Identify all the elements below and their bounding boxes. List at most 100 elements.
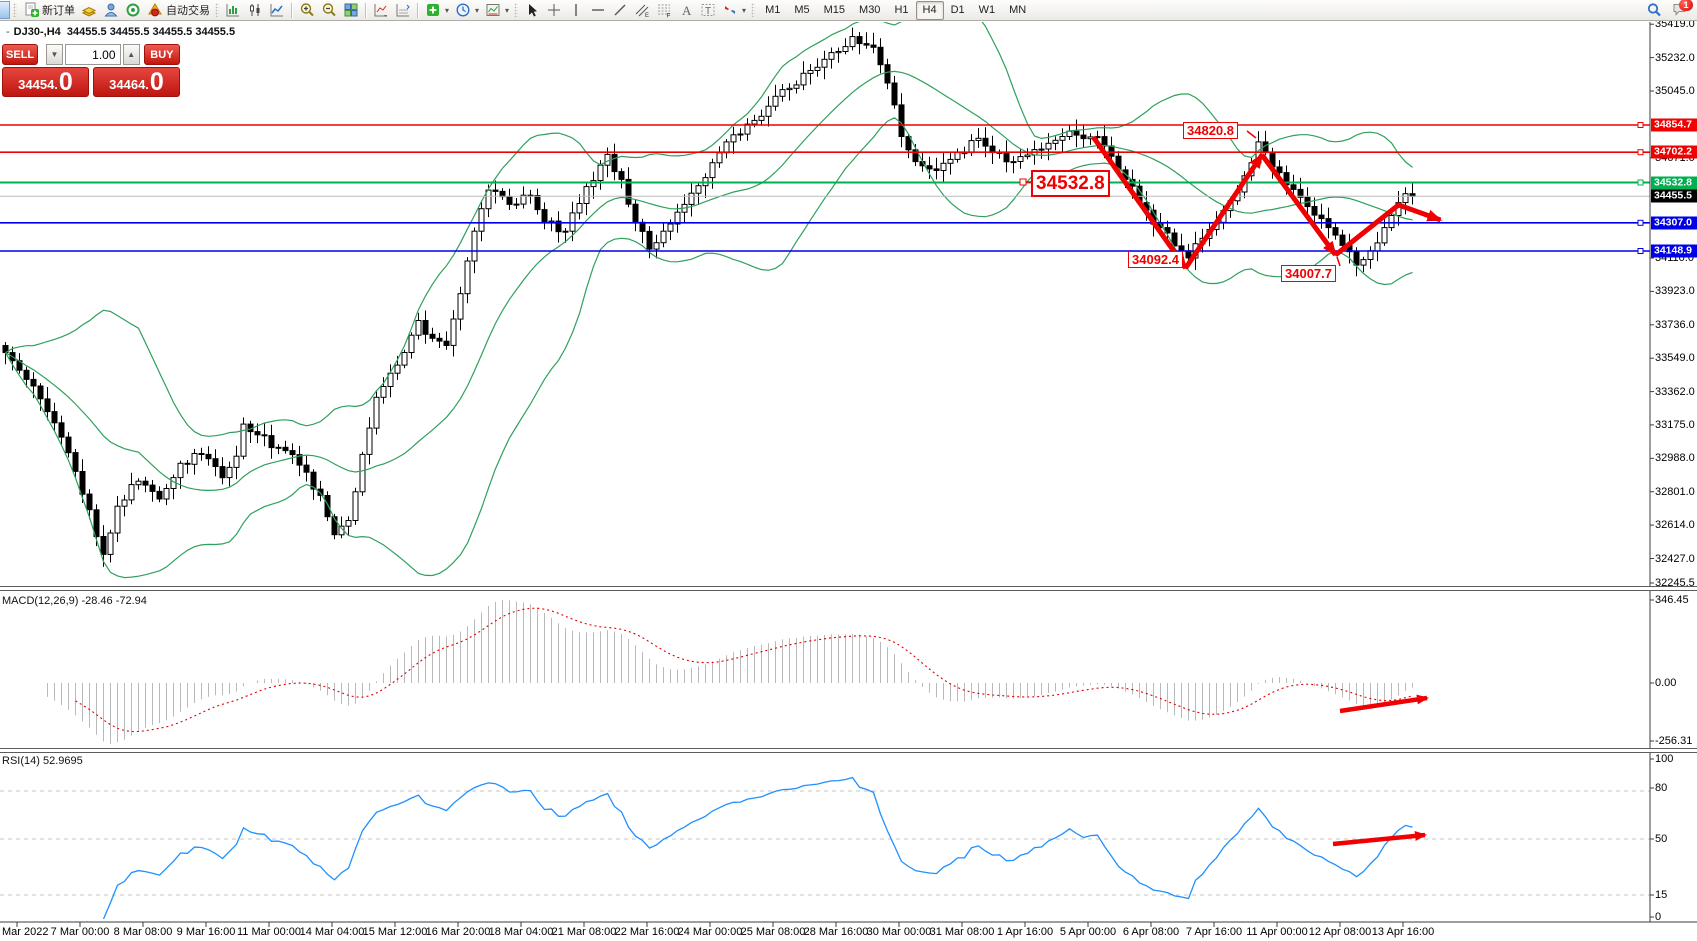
sell-button[interactable]: SELL [2, 44, 38, 65]
timeframe-m30-button[interactable]: M30 [852, 1, 887, 20]
template-icon [485, 2, 501, 18]
macd-axis-tick: 346.45 [1655, 594, 1689, 606]
text-label-button[interactable]: T [697, 1, 719, 20]
bar-chart-button[interactable] [222, 1, 244, 20]
price-axis-tick: 33923.0 [1655, 285, 1695, 297]
clipped-toolbar-icon[interactable] [0, 1, 10, 19]
svg-text:F: F [667, 13, 671, 19]
chat-button[interactable]: 1 [1671, 1, 1691, 19]
indicator-window-button[interactable] [392, 1, 414, 20]
time-axis-label: 24 Mar 00:00 [678, 926, 743, 938]
volume-increase-button[interactable]: ▲ [123, 44, 140, 65]
price-annotation-label[interactable]: 34532.8 [1031, 170, 1110, 197]
chart-canvas[interactable] [0, 0, 1697, 941]
macd-axis-tick: 0.00 [1655, 677, 1676, 689]
arrows-icon [722, 2, 738, 18]
candle-chart-button[interactable] [244, 1, 266, 20]
toolbar-grip[interactable] [751, 3, 755, 17]
indicator-list-button[interactable] [370, 1, 392, 20]
pane-separator[interactable] [0, 586, 1697, 591]
volume-input[interactable]: 1.00 [65, 44, 120, 65]
timeframe-d1-button[interactable]: D1 [944, 1, 972, 20]
crosshair-button[interactable] [543, 1, 565, 20]
add-indicator-icon [425, 2, 441, 18]
time-axis-label: 11 Mar 00:00 [237, 926, 301, 938]
svg-text:A: A [682, 3, 692, 18]
one-click-trading-panel: SELL ▼ 1.00 ▲ BUY 34454.0 34464.0 [2, 44, 180, 97]
periods-button[interactable]: ▾ [452, 1, 482, 20]
macd-histogram [48, 600, 1413, 744]
zoom-in-icon [299, 2, 315, 18]
toolbar-grip[interactable] [215, 3, 219, 17]
signal-icon [125, 2, 141, 18]
publisher-button[interactable] [100, 1, 122, 20]
horizontal-price-lines[interactable] [0, 123, 1650, 254]
ask-price-display[interactable]: 34464.0 [93, 67, 180, 97]
timeframe-m1-button[interactable]: M1 [758, 1, 787, 20]
fibonacci-button[interactable]: F [653, 1, 675, 20]
rsi-axis-tick: 15 [1655, 889, 1667, 901]
time-axis-label: 28 Mar 16:00 [804, 926, 869, 938]
macd-label: MACD(12,26,9) -28.46 -72.94 [2, 595, 147, 607]
autotrade-icon [147, 2, 163, 18]
pane-separator[interactable] [0, 748, 1697, 753]
trendline-button[interactable] [609, 1, 631, 20]
price-annotation-label[interactable]: 34007.7 [1281, 265, 1336, 282]
buy-button[interactable]: BUY [144, 44, 180, 65]
add-indicator-button[interactable]: ▾ [422, 1, 452, 20]
rsi-label: RSI(14) 52.9695 [2, 755, 83, 767]
toolbar-grip[interactable] [514, 3, 518, 17]
timeframe-h4-button[interactable]: H4 [916, 1, 944, 20]
rsi-axis-tick: 80 [1655, 782, 1667, 794]
new-order-icon [23, 2, 39, 18]
zoom-in-button[interactable] [296, 1, 318, 20]
text-label-icon: T [700, 2, 716, 18]
time-axis-label: 18 Mar 04:00 [489, 926, 554, 938]
timeframe-mn-button[interactable]: MN [1002, 1, 1033, 20]
signal-button[interactable] [122, 1, 144, 20]
time-axis-label: 9 Mar 16:00 [177, 926, 236, 938]
channel-button[interactable]: E [631, 1, 653, 20]
time-axis-label: 30 Mar 00:00 [867, 926, 932, 938]
time-axis-label: 7 Mar 00:00 [51, 926, 110, 938]
time-axis-label: 31 Mar 08:00 [930, 926, 995, 938]
chart-title-marker: - [6, 26, 10, 38]
toolbar-separator [417, 3, 419, 18]
timeframe-m15-button[interactable]: M15 [817, 1, 852, 20]
chevron-down-icon: ▾ [445, 6, 449, 15]
price-axis-tick: 35045.0 [1655, 85, 1695, 97]
new-order-button[interactable]: 新订单 [20, 1, 78, 20]
template-button[interactable]: ▾ [482, 1, 512, 20]
notification-badge: 1 [1679, 0, 1693, 11]
chevron-down-icon: ▾ [475, 6, 479, 15]
timeframe-h1-button[interactable]: H1 [887, 1, 915, 20]
cursor-button[interactable] [521, 1, 543, 20]
toolbar-separator [291, 3, 293, 18]
market-watch-button[interactable] [78, 1, 100, 20]
chart-title: -DJ30-,H4 34455.5 34455.5 34455.5 34455.… [6, 26, 235, 38]
volume-decrease-button[interactable]: ▼ [46, 44, 63, 65]
zoom-out-button[interactable] [318, 1, 340, 20]
text-button[interactable]: A [675, 1, 697, 20]
auto-trading-button[interactable]: 自动交易 [144, 1, 213, 20]
line-chart-button[interactable] [266, 1, 288, 20]
price-annotation-label[interactable]: 34820.8 [1183, 122, 1238, 139]
search-button[interactable] [1643, 1, 1665, 20]
timeframe-w1-button[interactable]: W1 [972, 1, 1003, 20]
price-axis-tick: 32427.0 [1655, 553, 1695, 565]
macd-arrow-annotation[interactable] [1340, 698, 1427, 711]
svg-text:E: E [645, 13, 649, 18]
indicator-window-icon [395, 2, 411, 18]
vline-button[interactable] [565, 1, 587, 20]
price-annotation-label[interactable]: 34092.4 [1128, 251, 1183, 268]
hline-button[interactable] [587, 1, 609, 20]
arrows-button[interactable]: ▾ [719, 1, 749, 20]
macd-axis-tick: -256.31 [1655, 735, 1692, 747]
timeframe-m5-button[interactable]: M5 [787, 1, 816, 20]
price-level-badge: 34148.9 [1651, 245, 1697, 258]
price-axis-tick: 33175.0 [1655, 419, 1695, 431]
auto-trading-label: 自动交易 [166, 2, 210, 18]
bid-price-display[interactable]: 34454.0 [2, 67, 89, 97]
tile-windows-button[interactable] [340, 1, 362, 20]
toolbar-grip[interactable] [13, 3, 17, 17]
